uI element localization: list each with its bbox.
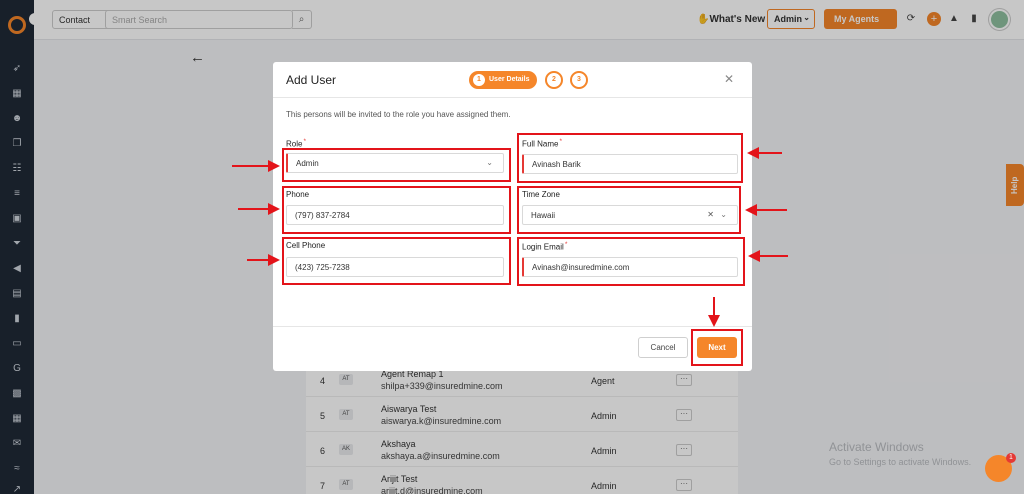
login-email-highlight-box xyxy=(517,237,745,286)
step-number: 1 xyxy=(473,74,485,86)
full-name-highlight-box xyxy=(517,133,743,183)
step-label: User Details xyxy=(489,76,530,83)
phone-highlight-box xyxy=(282,186,511,234)
step-3[interactable]: 3 xyxy=(570,71,588,89)
modal-title: Add User xyxy=(286,73,337,87)
role-highlight-box xyxy=(282,148,511,182)
divider xyxy=(273,326,752,327)
close-icon[interactable]: ✕ xyxy=(724,72,734,86)
notification-badge: 1 xyxy=(1006,453,1016,463)
step-user-details[interactable]: 1 User Details xyxy=(469,71,537,89)
required-marker: * xyxy=(303,138,307,145)
step-2[interactable]: 2 xyxy=(545,71,563,89)
time-zone-highlight-box xyxy=(517,186,741,234)
modal-description: This persons will be invited to the role… xyxy=(286,110,511,119)
next-highlight-box xyxy=(691,329,743,366)
cell-phone-highlight-box xyxy=(282,237,511,285)
divider xyxy=(273,97,752,98)
cancel-button[interactable]: Cancel xyxy=(638,337,688,358)
